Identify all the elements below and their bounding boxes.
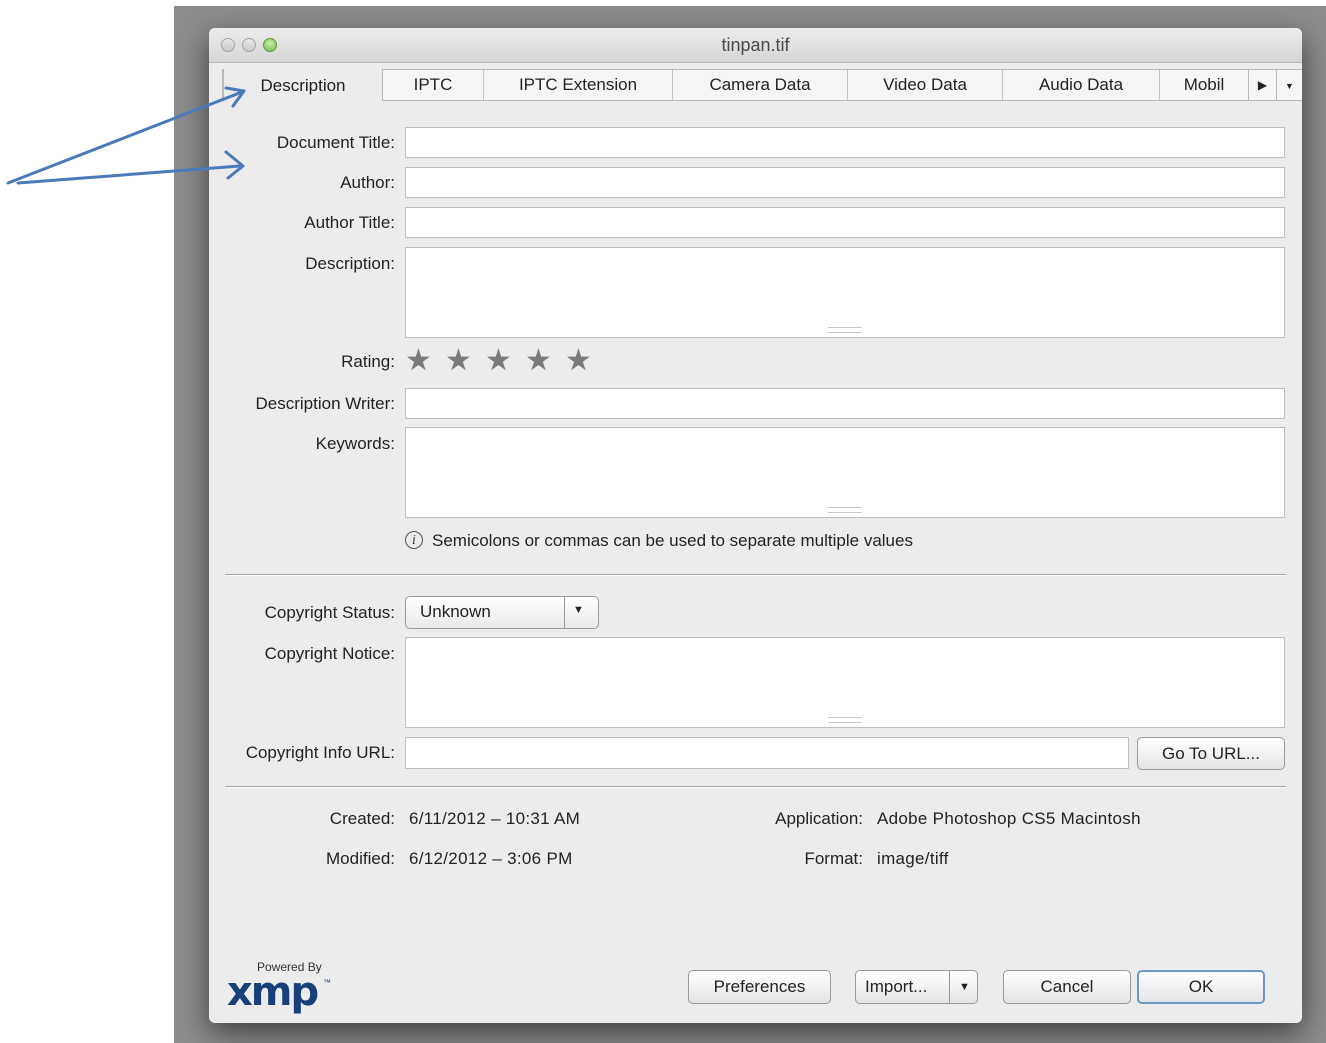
annotation-arrows [6,86,246,185]
annotation-arrow-line [16,164,242,185]
